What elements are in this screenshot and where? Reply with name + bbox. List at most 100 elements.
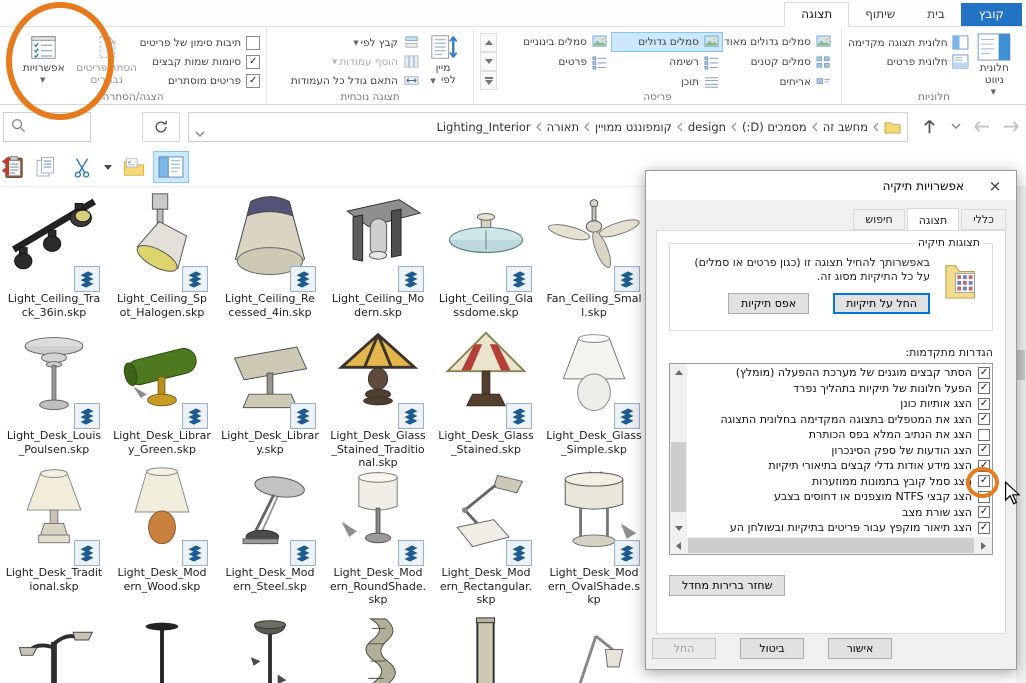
list-vertical-scrollbar[interactable] xyxy=(670,364,687,537)
sort-by-button[interactable]: מיין לפי ▼ xyxy=(419,31,467,87)
back-button[interactable] xyxy=(998,114,1024,138)
file-item[interactable]: Light_Ceiling_Tra ck_36in.skp xyxy=(1,188,107,325)
ok-button[interactable]: אישור xyxy=(828,638,892,659)
ribbon-tab-קובץ[interactable]: קובץ xyxy=(960,3,1022,26)
file-item[interactable]: Light_Ceiling_Re cessed_4in.skp xyxy=(217,188,323,325)
gallery-scroll-buttons[interactable] xyxy=(480,31,497,90)
file-item[interactable]: Light_Desk_Tradit ional.skp xyxy=(1,462,107,599)
forward-button[interactable] xyxy=(968,114,994,138)
show-hide-checkbox[interactable]: ✓ פריטים מוסתרים xyxy=(140,71,261,90)
scrollbar-thumb[interactable] xyxy=(671,442,686,512)
checkbox[interactable] xyxy=(978,428,990,441)
details-pane-button[interactable]: חלונית פרטים xyxy=(848,52,969,71)
checkbox[interactable]: ✓ xyxy=(978,413,990,426)
address-dropdown-icon[interactable] xyxy=(195,122,205,141)
checkbox-icon[interactable]: ✓ xyxy=(978,382,990,395)
checkbox-icon[interactable]: ✓ xyxy=(978,506,990,519)
list-horizontal-scrollbar[interactable] xyxy=(670,537,992,554)
checkbox-icon[interactable]: ✓ xyxy=(978,521,990,534)
scroll-right-icon[interactable] xyxy=(975,537,992,554)
file-item[interactable]: Light_Desk_Mod ern_OvalShade.s kp xyxy=(541,462,647,606)
file-item[interactable] xyxy=(325,613,431,683)
checkbox-icon[interactable]: ✓ xyxy=(978,444,990,457)
show-hide-checkbox[interactable]: ✓ סיומות שמות קבצים xyxy=(140,52,261,71)
file-item[interactable] xyxy=(541,613,647,683)
advanced-setting-row[interactable]: ✓ הצג מידע אודות גדלי קבצים בתיאורי תיקיו… xyxy=(688,458,990,474)
address-bar[interactable]: מחשב זה מסמכים (D:) design קומפוננט ממויין ת… xyxy=(188,112,908,142)
ribbon-tab-בית[interactable]: בית xyxy=(911,3,961,26)
advanced-setting-row[interactable]: הצג קבצי NTFS מוצפנים או דחוסים בצבע xyxy=(688,489,990,505)
toolbar-dropdown-icon[interactable] xyxy=(101,152,115,182)
breadcrumb-item[interactable]: Lighting_Interior xyxy=(432,120,534,134)
file-item[interactable]: Light_Desk_Louis _Poulsen.skp xyxy=(1,325,107,462)
layout-view-item[interactable]: סמלים בינוניים xyxy=(499,32,611,52)
copy-button[interactable] xyxy=(29,152,63,182)
file-item[interactable]: Light_Desk_Mod ern_RoundShade. skp xyxy=(325,462,431,606)
file-item[interactable]: Fan_Ceiling_Smal l.skp xyxy=(541,188,647,325)
file-item[interactable] xyxy=(109,613,215,683)
checkbox[interactable]: ✓ xyxy=(978,444,990,457)
breadcrumb-item[interactable]: תאורה xyxy=(543,120,583,134)
file-item[interactable]: Light_Desk_Librar y.skp xyxy=(217,325,323,462)
checkbox-icon[interactable]: ✓ xyxy=(978,397,990,410)
file-item[interactable] xyxy=(1,613,107,683)
scroll-up-icon[interactable] xyxy=(670,364,687,381)
scroll-left-icon[interactable] xyxy=(670,537,687,554)
advanced-setting-row[interactable]: ✓ הצג את המטפלים בתצוגה המקדימה בחלונית ה… xyxy=(688,412,990,428)
checkbox[interactable]: ✓ xyxy=(966,467,1021,505)
recent-locations-dropdown[interactable] xyxy=(946,114,966,138)
breadcrumb-item[interactable]: design xyxy=(684,120,730,134)
advanced-setting-row[interactable]: ✓ הפעל חלונות של תיקיות בתהליך נפרד xyxy=(688,381,990,397)
ribbon-tab-שיתוף[interactable]: שיתוף xyxy=(849,3,911,26)
file-item[interactable]: Light_Desk_Glass _Stained_Traditio nal.skp xyxy=(325,325,431,469)
cancel-button[interactable]: ביטול xyxy=(740,638,804,659)
advanced-setting-row[interactable]: ✓ הצג שורת מצב xyxy=(688,505,990,521)
restore-defaults-button[interactable]: שחזר ברירות מחדל xyxy=(669,575,786,596)
apply-to-folders-button[interactable]: החל על תיקיות xyxy=(833,293,930,314)
up-button[interactable] xyxy=(916,114,942,138)
ribbon-tab-תצוגה[interactable]: תצוגה xyxy=(784,2,850,27)
dialog-tab-כללי[interactable]: כללי xyxy=(961,209,1006,230)
file-item[interactable]: Light_Desk_Mod ern_Steel.skp xyxy=(217,462,323,599)
layout-view-item[interactable]: תוכן xyxy=(611,72,723,92)
scrollbar-thumb[interactable] xyxy=(1017,350,1025,380)
advanced-setting-row[interactable]: ✓ הצג סמל קובץ בתמונות ממוזערות xyxy=(688,467,1021,505)
preview-pane-button[interactable]: חלונית תצוגה מקדימה xyxy=(848,33,969,52)
breadcrumb-item[interactable]: קומפוננט ממויין xyxy=(591,120,676,134)
navigation-pane-button[interactable]: חלונית ניווט ▼ xyxy=(969,31,1020,98)
add-columns-button[interactable]: הוסף עמודות ▼ xyxy=(291,52,419,71)
options-button[interactable]: אפשרויות ▼ xyxy=(14,31,74,86)
advanced-setting-row[interactable]: ✓ הצג אותיות כונן xyxy=(688,396,990,412)
file-item[interactable]: Light_Desk_Glass _Stained.skp xyxy=(433,325,539,462)
scroll-down-icon[interactable] xyxy=(670,520,687,537)
close-icon[interactable]: × xyxy=(974,171,1016,200)
file-item[interactable]: Light_Desk_Mod ern_Wood.skp xyxy=(109,462,215,599)
gallery-up-icon[interactable] xyxy=(480,33,497,52)
advanced-setting-row[interactable]: ✓ הצג הודעות של ספק הסינכרון xyxy=(688,443,990,459)
advanced-settings-list[interactable]: ✓ הסתר קבצים מוגנים של מערכת ההפעלה (מומל… xyxy=(669,363,1021,555)
file-item[interactable]: Light_Desk_Librar y_Green.skp xyxy=(109,325,215,462)
refresh-button[interactable] xyxy=(142,112,180,142)
dialog-tab-חיפוש[interactable]: חיפוש xyxy=(853,209,905,230)
checkbox[interactable]: ✓ xyxy=(978,382,990,395)
file-item[interactable]: Light_Ceiling_Sp ot_Halogen.skp xyxy=(109,188,215,325)
checkbox[interactable]: ✓ xyxy=(978,366,990,379)
gallery-more-icon[interactable] xyxy=(480,71,497,90)
checkbox[interactable]: ✓ xyxy=(978,521,990,534)
group-by-button[interactable]: קבץ לפי ▼ xyxy=(291,33,419,52)
layout-view-item[interactable]: רשימה xyxy=(611,52,723,72)
preview-pane-toggle-button[interactable] xyxy=(153,151,189,183)
file-item[interactable]: Light_Desk_Glass _Simple.skp xyxy=(541,325,647,462)
file-item[interactable]: Light_Ceiling_Mo dern.skp xyxy=(325,188,431,325)
advanced-setting-row[interactable]: הצג את הנתיב המלא בפס הכותרת xyxy=(688,427,990,443)
breadcrumb-item[interactable]: מסמכים (D:) xyxy=(738,120,811,134)
checkbox-icon[interactable]: ✓ xyxy=(978,413,990,426)
checkbox-icon[interactable]: ✓ xyxy=(978,366,990,379)
scrollbar-thumb[interactable] xyxy=(688,538,974,553)
file-item[interactable]: Light_Desk_Mod ern_Rectangular. skp xyxy=(433,462,539,606)
breadcrumb-item[interactable]: מחשב זה xyxy=(819,120,872,134)
checkbox[interactable]: ✓ xyxy=(978,506,990,519)
advanced-setting-row[interactable]: ✓ הסתר קבצים מוגנים של מערכת ההפעלה (מומל… xyxy=(688,365,990,381)
layout-view-item[interactable]: סמלים קטנים xyxy=(723,52,835,72)
layout-view-item[interactable]: סמלים גדולים xyxy=(611,32,723,52)
